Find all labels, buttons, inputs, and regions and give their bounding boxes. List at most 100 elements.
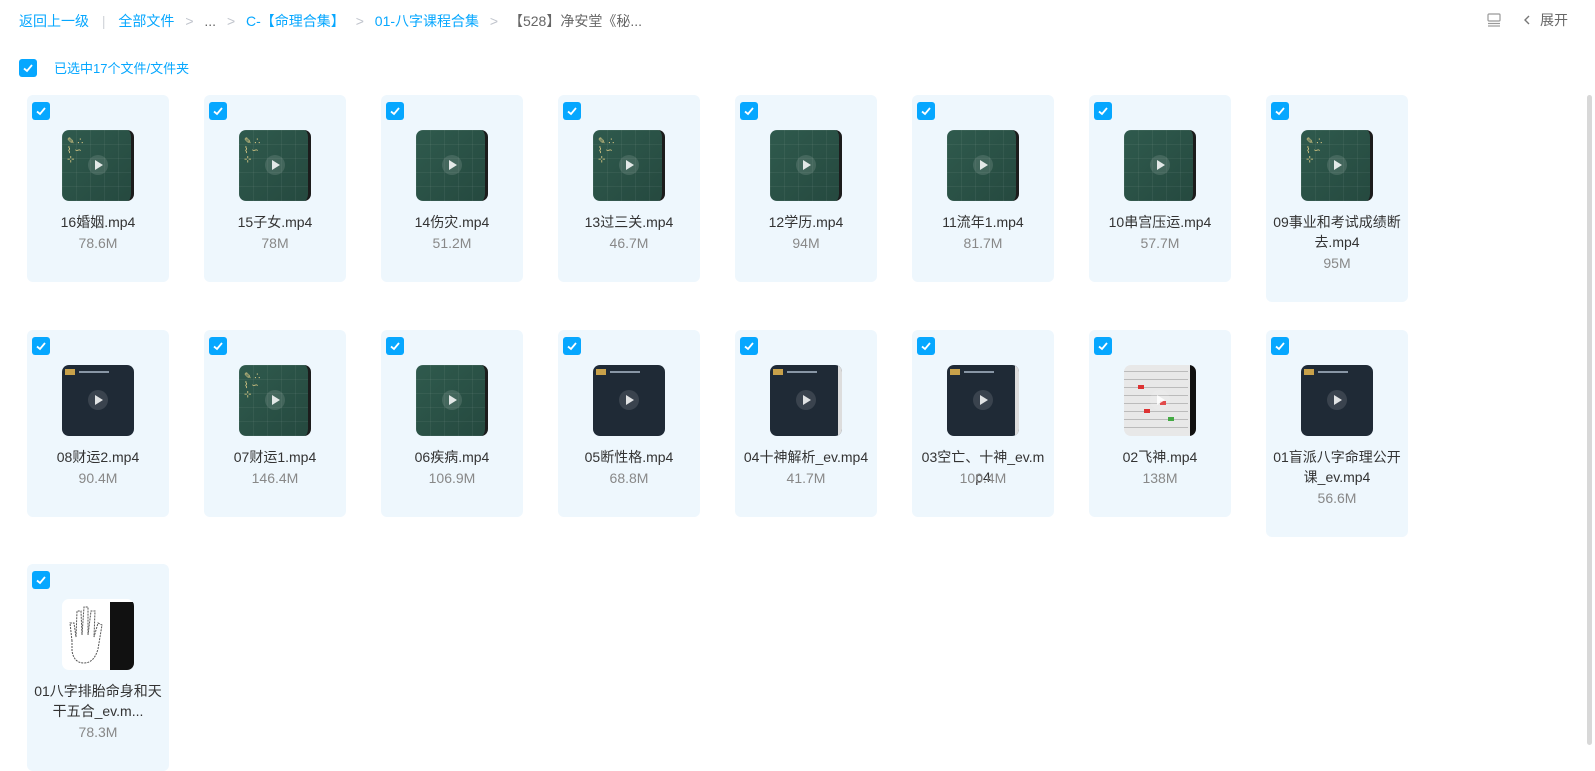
file-name[interactable]: 11流年1.mp4 (918, 212, 1048, 232)
file-name[interactable]: 16婚姻.mp4 (33, 212, 163, 232)
breadcrumb-item-bazi[interactable]: 01-八字课程合集 (375, 11, 479, 31)
check-icon (744, 342, 754, 351)
video-thumbnail[interactable] (593, 365, 665, 436)
video-thumbnail[interactable]: ✎ ∴ ⌇ ∽ ⊹ (1301, 130, 1373, 201)
breadcrumb-item-mingli[interactable]: C-【命理合集】 (246, 11, 345, 31)
file-checkbox[interactable] (32, 102, 50, 120)
breadcrumb-separator: > (226, 13, 236, 29)
check-icon (36, 107, 46, 116)
file-name[interactable]: 15子女.mp4 (210, 212, 340, 232)
back-link[interactable]: 返回上一级 (19, 11, 89, 31)
file-card[interactable]: 02飞神.mp4 138M (1089, 330, 1231, 517)
file-name[interactable]: 06疾病.mp4 (387, 447, 517, 467)
video-thumbnail[interactable] (1124, 365, 1196, 436)
breadcrumb-item-all-files[interactable]: 全部文件 (118, 11, 174, 31)
file-card[interactable]: 08财运2.mp4 90.4M (27, 330, 169, 517)
file-name[interactable]: 02飞神.mp4 (1095, 447, 1225, 467)
file-checkbox[interactable] (563, 337, 581, 355)
check-icon (921, 107, 931, 116)
file-card[interactable]: 12学历.mp4 94M (735, 95, 877, 282)
file-checkbox[interactable] (209, 337, 227, 355)
file-checkbox[interactable] (917, 102, 935, 120)
file-checkbox[interactable] (740, 102, 758, 120)
file-name[interactable]: 09事业和考试成绩断去.mp4 (1272, 212, 1402, 252)
file-size: 78.6M (78, 235, 118, 251)
file-card[interactable]: ✎ ∴ ⌇ ∽ ⊹ 15子女.mp4 78M (204, 95, 346, 282)
play-icon (619, 390, 639, 410)
file-card[interactable]: 04十神解析_ev.mp4 41.7M (735, 330, 877, 517)
file-size: 81.7M (963, 235, 1003, 251)
check-icon (213, 107, 223, 116)
scrollbar[interactable] (1587, 95, 1592, 745)
select-all-checkbox[interactable] (19, 58, 37, 77)
video-thumbnail[interactable]: ✎ ∴ ⌇ ∽ ⊹ (593, 130, 665, 201)
breadcrumb-item-current: 【528】净安堂《秘... (508, 13, 643, 29)
video-thumbnail[interactable] (62, 599, 134, 670)
file-card[interactable]: 11流年1.mp4 81.7M (912, 95, 1054, 282)
file-checkbox[interactable] (1271, 102, 1289, 120)
file-name[interactable]: 05断性格.mp4 (564, 447, 694, 467)
list-view-icon[interactable] (1486, 12, 1502, 28)
play-icon (265, 155, 285, 175)
file-card[interactable]: 06疾病.mp4 106.9M (381, 330, 523, 517)
file-checkbox[interactable] (209, 102, 227, 120)
check-icon (36, 342, 46, 351)
file-checkbox[interactable] (917, 337, 935, 355)
file-checkbox[interactable] (1094, 102, 1112, 120)
file-card[interactable]: ✎ ∴ ⌇ ∽ ⊹ 16婚姻.mp4 78.6M (27, 95, 169, 282)
file-name[interactable]: 01盲派八字命理公开课_ev.mp4 (1272, 447, 1402, 487)
play-icon (1150, 155, 1170, 175)
expand-button[interactable]: 展开 (1522, 10, 1568, 30)
file-name[interactable]: 01八字排胎命身和天干五合_ev.m... (33, 681, 163, 721)
video-thumbnail[interactable] (947, 130, 1019, 201)
expand-label: 展开 (1540, 12, 1568, 28)
file-card[interactable]: 14伤灾.mp4 51.2M (381, 95, 523, 282)
file-checkbox[interactable] (386, 337, 404, 355)
chevron-left-icon (1524, 15, 1530, 25)
video-thumbnail[interactable] (416, 365, 488, 436)
video-thumbnail[interactable]: ✎ ∴ ⌇ ∽ ⊹ (239, 365, 311, 436)
file-card[interactable]: ✎ ∴ ⌇ ∽ ⊹ 09事业和考试成绩断去.mp4 95M (1266, 95, 1408, 302)
file-card[interactable]: 05断性格.mp4 68.8M (558, 330, 700, 517)
video-thumbnail[interactable]: ✎ ∴ ⌇ ∽ ⊹ (62, 130, 134, 201)
file-name[interactable]: 10串宫压运.mp4 (1095, 212, 1225, 232)
video-thumbnail[interactable] (770, 365, 842, 436)
file-size: 57.7M (1140, 235, 1180, 251)
check-icon (744, 107, 754, 116)
file-card[interactable]: ✎ ∴ ⌇ ∽ ⊹ 07财运1.mp4 146.4M (204, 330, 346, 517)
file-checkbox[interactable] (386, 102, 404, 120)
file-card[interactable]: 03空亡、十神_ev.mp4 100.4M (912, 330, 1054, 517)
video-thumbnail[interactable]: ✎ ∴ ⌇ ∽ ⊹ (239, 130, 311, 201)
file-card[interactable]: 10串宫压运.mp4 57.7M (1089, 95, 1231, 282)
file-checkbox[interactable] (1271, 337, 1289, 355)
file-card[interactable]: 01八字排胎命身和天干五合_ev.m... 78.3M (27, 564, 169, 771)
file-checkbox[interactable] (1094, 337, 1112, 355)
play-icon (973, 390, 993, 410)
video-thumbnail[interactable] (947, 365, 1019, 436)
check-icon (390, 342, 400, 351)
check-icon (921, 342, 931, 351)
breadcrumb-item-ellipsis[interactable]: ... (204, 13, 216, 29)
file-checkbox[interactable] (563, 102, 581, 120)
file-name[interactable]: 07财运1.mp4 (210, 447, 340, 467)
file-name[interactable]: 13过三关.mp4 (564, 212, 694, 232)
file-checkbox[interactable] (740, 337, 758, 355)
file-checkbox[interactable] (32, 337, 50, 355)
video-thumbnail[interactable] (1124, 130, 1196, 201)
file-name[interactable]: 14伤灾.mp4 (387, 212, 517, 232)
video-thumbnail[interactable] (62, 365, 134, 436)
file-name[interactable]: 12学历.mp4 (741, 212, 871, 232)
file-name[interactable]: 08财运2.mp4 (33, 447, 163, 467)
check-icon (1098, 107, 1108, 116)
file-size: 95M (1323, 255, 1351, 271)
file-card[interactable]: 01盲派八字命理公开课_ev.mp4 56.6M (1266, 330, 1408, 537)
file-size: 94M (792, 235, 820, 251)
video-thumbnail[interactable] (416, 130, 488, 201)
file-card[interactable]: ✎ ∴ ⌇ ∽ ⊹ 13过三关.mp4 46.7M (558, 95, 700, 282)
video-thumbnail[interactable] (1301, 365, 1373, 436)
video-thumbnail[interactable] (770, 130, 842, 201)
check-icon (36, 576, 46, 585)
file-size: 41.7M (786, 470, 826, 486)
file-checkbox[interactable] (32, 571, 50, 589)
file-name[interactable]: 04十神解析_ev.mp4 (741, 447, 871, 467)
